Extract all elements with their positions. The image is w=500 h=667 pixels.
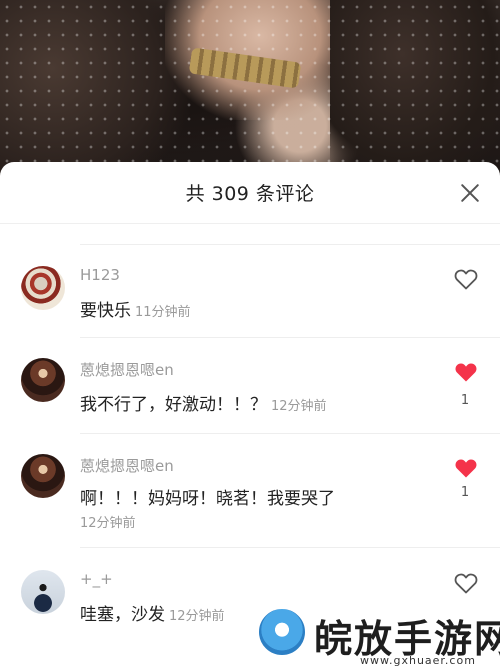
comment-text-line: 我不行了，好激动！！？ 12分钟前 bbox=[80, 390, 327, 415]
comment-username[interactable]: 蒽熄摁恩嗯en bbox=[80, 455, 174, 476]
comment-time: 12分钟前 bbox=[80, 516, 136, 531]
comment-item: H123 要快乐 11分钟前 bbox=[0, 244, 500, 338]
comments-sheet: 共 309 条评论 H123 要快乐 11分钟前 蒽熄摁恩嗯en 我不行了，好激动… bbox=[0, 162, 500, 667]
avatar[interactable] bbox=[21, 358, 65, 402]
comment-username[interactable]: H123 bbox=[80, 266, 120, 284]
comment-text: 我不行了，好激动！！？ bbox=[80, 395, 267, 415]
heart-icon bbox=[454, 269, 478, 290]
heart-icon bbox=[455, 363, 477, 382]
sheet-header: 共 309 条评论 bbox=[0, 162, 500, 224]
heart-icon bbox=[455, 459, 477, 478]
comment-text-line: 要快乐 11分钟前 bbox=[80, 296, 191, 321]
site-watermark: 皖放手游网 www.gxhuaer.com bbox=[250, 604, 500, 667]
comment-text-line: 啊！！！妈妈呀！晓茗！我要哭了 bbox=[80, 484, 335, 509]
avatar[interactable] bbox=[21, 266, 65, 310]
background-photo bbox=[0, 0, 500, 180]
like-heart-icon[interactable] bbox=[454, 457, 478, 479]
like-heart-icon[interactable] bbox=[454, 572, 478, 594]
close-icon[interactable] bbox=[458, 181, 482, 205]
comment-username[interactable]: +_+ bbox=[80, 570, 113, 588]
watermark-logo-icon bbox=[256, 606, 308, 658]
comment-item: 蒽熄摁恩嗯en 啊！！！妈妈呀！晓茗！我要哭了 12分钟前 1 bbox=[0, 434, 500, 548]
like-heart-icon[interactable] bbox=[454, 361, 478, 383]
comment-text: 哇塞，沙发 bbox=[80, 605, 165, 625]
comment-item: 蒽熄摁恩嗯en 我不行了，好激动！！？ 12分钟前 1 bbox=[0, 338, 500, 434]
comment-time: 11分钟前 bbox=[135, 305, 191, 320]
watermark-url: www.gxhuaer.com bbox=[360, 654, 476, 667]
comment-time: 12分钟前 bbox=[271, 399, 327, 414]
avatar[interactable] bbox=[21, 570, 65, 614]
comment-text-line: 哇塞，沙发 12分钟前 bbox=[80, 600, 225, 625]
like-heart-icon[interactable] bbox=[454, 268, 478, 290]
comment-time: 12分钟前 bbox=[169, 609, 225, 624]
like-count: 1 bbox=[460, 393, 470, 408]
comment-text: 要快乐 bbox=[80, 301, 131, 321]
avatar[interactable] bbox=[21, 454, 65, 498]
like-count: 1 bbox=[460, 485, 470, 500]
comment-username[interactable]: 蒽熄摁恩嗯en bbox=[80, 359, 174, 380]
comment-count-title: 共 309 条评论 bbox=[185, 183, 315, 205]
heart-icon bbox=[454, 573, 478, 594]
comment-text: 啊！！！妈妈呀！晓茗！我要哭了 bbox=[80, 489, 335, 509]
